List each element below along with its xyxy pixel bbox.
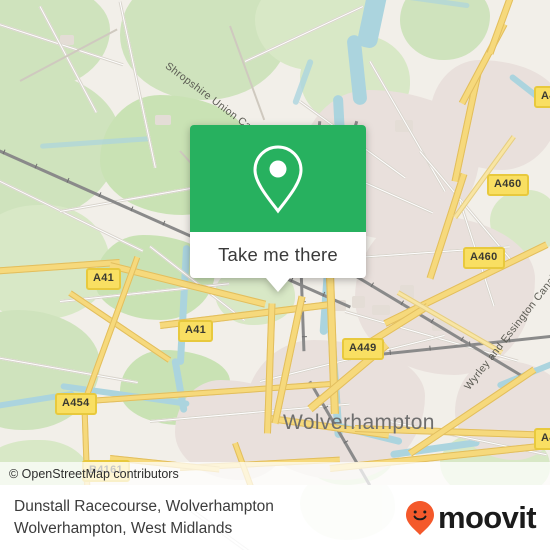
road-shield-a460: A460: [487, 174, 529, 196]
road-shield-a454: A454: [55, 393, 97, 415]
road-shield-a4-edge: A4: [534, 86, 550, 108]
road-shield-a4-edge: A4: [534, 428, 550, 450]
screenshot-root: Wolverhampton Shropshire Union Canal Wyr…: [0, 0, 550, 550]
place-label-wolverhampton: Wolverhampton: [283, 411, 435, 434]
footer-bar: Dunstall Racecourse, Wolverhampton Wolve…: [0, 485, 550, 550]
popup-header: [190, 125, 366, 232]
road-shield-a449: A449: [342, 338, 384, 360]
moovit-pin-icon: [405, 500, 434, 535]
map-attribution-bar: © OpenStreetMap contributors: [0, 462, 550, 485]
popup-pointer-tail: [266, 278, 290, 292]
road-shield-a41: A41: [86, 268, 122, 290]
map-pin-icon: [253, 144, 303, 213]
moovit-wordmark: moovit: [437, 500, 537, 535]
location-title-line2: Wolverhampton, West Midlands: [14, 519, 233, 537]
canal-label-wyrley-essington: Wyrley and Essington Canal: [462, 272, 550, 393]
osm-attribution-text[interactable]: © OpenStreetMap contributors: [0, 467, 179, 481]
road-shield-a41: A41: [178, 320, 214, 342]
popup-action-area[interactable]: Take me there: [190, 232, 366, 278]
location-title: Dunstall Racecourse, Wolverhampton Wolve…: [14, 496, 274, 539]
take-me-there-button[interactable]: Take me there: [218, 244, 338, 266]
moovit-logo[interactable]: moovit: [405, 500, 537, 536]
location-title-line1: Dunstall Racecourse, Wolverhampton: [14, 498, 274, 516]
road-shield-a460: A460: [463, 247, 505, 269]
map-canvas[interactable]: Wolverhampton Shropshire Union Canal Wyr…: [0, 0, 550, 485]
location-popup-card[interactable]: Take me there: [190, 125, 366, 292]
footer-content: Dunstall Racecourse, Wolverhampton Wolve…: [0, 485, 550, 550]
